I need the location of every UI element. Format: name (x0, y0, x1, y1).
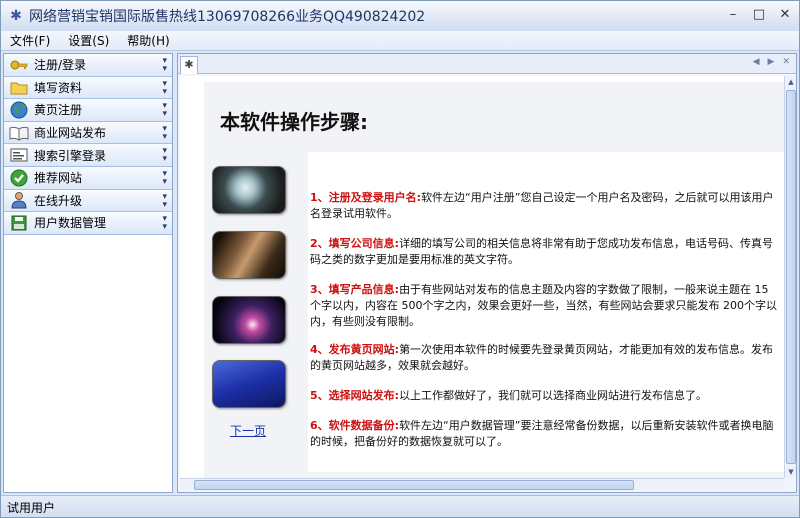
horizontal-scrollbar[interactable] (180, 478, 784, 490)
chevron-down-icon: ▾ ▾ (162, 146, 167, 165)
window-controls: – □ ✕ (725, 7, 793, 23)
menu-settings[interactable]: 设置(S) (59, 32, 118, 49)
sidebar-item-recommend[interactable]: 推荐网站 ▾ ▾ (4, 166, 172, 190)
sidebar-item-label: 推荐网站 (34, 171, 83, 186)
chevron-down-icon: ▾ ▾ (162, 78, 167, 97)
sidebar-item-label: 在线升级 (34, 193, 83, 208)
minimize-icon[interactable]: – (725, 7, 741, 23)
scroll-down-icon[interactable]: ▼ (785, 466, 797, 478)
pin-icon[interactable]: ✱ (180, 56, 198, 74)
chevron-down-icon: ▾ ▾ (162, 123, 167, 142)
step-1: 1、注册及登录用户名:软件左边“用户注册”您自己设定一个用户名及密码，之后就可以… (310, 190, 778, 222)
steps-page: 本软件操作步骤: 下一页 1、注册及登录用户名:软件左边“用户注册”您自己设定一… (204, 82, 784, 478)
chevron-down-icon: ▾ ▾ (162, 56, 167, 74)
status-bar: 试用用户 (1, 495, 799, 517)
step-title: 5、选择网站发布: (310, 389, 400, 402)
document-view: 本软件操作步骤: 下一页 1、注册及登录用户名:软件左边“用户注册”您自己设定一… (180, 76, 784, 478)
sidebar-item-fill-info[interactable]: 填写资料 ▾ ▾ (4, 76, 172, 100)
sidebar-item-label: 商业网站发布 (34, 126, 107, 141)
key-icon (8, 56, 30, 74)
app-icon: ✱ (10, 8, 22, 24)
sidebar-item-commerce-publish[interactable]: 商业网站发布 ▾ ▾ (4, 121, 172, 145)
next-page-link[interactable]: 下一页 (230, 422, 266, 439)
step-title: 6、软件数据备份: (310, 419, 400, 432)
scroll-thumb[interactable] (194, 480, 634, 490)
chevron-down-icon: ▾ ▾ (162, 101, 167, 120)
disk-icon (8, 214, 30, 232)
keyboard-photo (212, 360, 286, 408)
step-6: 6、软件数据备份:软件左边“用户数据管理”要注意经常备份数据，以后重新安装软件或… (310, 418, 778, 450)
step-5: 5、选择网站发布:以上工作都做好了，我们就可以选择商业网站进行发布信息了。 (310, 388, 778, 404)
step-text: 以上工作都做好了，我们就可以选择商业网站进行发布信息了。 (399, 389, 708, 402)
window-title: 网络营销宝销国际版售热线13069708266业务QQ490824202 (29, 9, 426, 25)
user-upgrade-icon (8, 191, 30, 209)
tab-next-icon[interactable]: ▶ (768, 57, 775, 67)
sidebar-item-label: 填写资料 (34, 80, 83, 95)
folder-icon (8, 78, 30, 96)
sidebar-item-label: 黄页注册 (34, 103, 83, 118)
page-title: 本软件操作步骤: (220, 110, 368, 134)
search-engine-icon (8, 146, 30, 164)
content-panel: ✱ ◀ ▶ ✕ 本软件操作步骤: 下一页 1、注册及登录用户名:软件左边“用户注… (177, 53, 797, 493)
sidebar-item-data-manage[interactable]: 用户数据管理 ▾ ▾ (4, 212, 172, 235)
sidebar-item-yellowpage[interactable]: 黄页注册 ▾ ▾ (4, 99, 172, 122)
menu-bar: 文件(F) 设置(S) 帮助(H) (1, 31, 799, 51)
title-bar[interactable]: ✱ 网络营销宝销国际版售热线13069708266业务QQ490824202 –… (1, 1, 799, 31)
book-icon (8, 124, 30, 142)
tab-close-icon[interactable]: ✕ (782, 57, 790, 67)
globe-photo (212, 166, 286, 214)
light-burst-photo (212, 296, 286, 344)
step-title: 3、填写产品信息: (310, 283, 400, 296)
menu-file[interactable]: 文件(F) (1, 32, 59, 49)
globe-icon (8, 101, 30, 119)
tab-navigation: ◀ ▶ ✕ (753, 57, 790, 67)
step-title: 1、注册及登录用户名: (310, 191, 422, 204)
chevron-down-icon: ▾ ▾ (162, 191, 167, 210)
step-4: 4、发布黄页网站:第一次使用本软件的时候要先登录黄页网站，才能更加有效的发布信息… (310, 342, 778, 374)
scroll-up-icon[interactable]: ▲ (785, 76, 797, 88)
step-3: 3、填写产品信息:由于有些网站对发布的信息主题及内容的字数做了限制，一般来说主题… (310, 282, 778, 330)
sidebar-item-login[interactable]: 注册/登录 ▾ ▾ (4, 54, 172, 77)
businessman-photo (212, 231, 286, 279)
sidebar-item-label: 用户数据管理 (34, 216, 107, 231)
sidebar: 注册/登录 ▾ ▾ 填写资料 ▾ ▾ 黄页注册 ▾ ▾ 商业网站发布 ▾ ▾ 搜… (3, 53, 173, 493)
tab-strip: ✱ ◀ ▶ ✕ (178, 54, 796, 74)
tab-prev-icon[interactable]: ◀ (753, 57, 760, 67)
sidebar-item-label: 搜索引擎登录 (34, 148, 107, 163)
step-2: 2、填写公司信息:详细的填写公司的相关信息将非常有助于您成功发布信息，电话号码、… (310, 236, 778, 268)
sidebar-item-search-engine[interactable]: 搜索引擎登录 ▾ ▾ (4, 144, 172, 167)
sidebar-item-label: 注册/登录 (34, 58, 87, 73)
status-text: 试用用户 (7, 501, 56, 515)
scroll-thumb[interactable] (786, 90, 796, 464)
check-icon (8, 169, 30, 187)
close-icon[interactable]: ✕ (777, 7, 793, 23)
sidebar-item-upgrade[interactable]: 在线升级 ▾ ▾ (4, 189, 172, 213)
main-window: ✱ 网络营销宝销国际版售热线13069708266业务QQ490824202 –… (0, 0, 800, 518)
menu-help[interactable]: 帮助(H) (118, 32, 178, 49)
step-title: 4、发布黄页网站: (310, 343, 400, 356)
chevron-down-icon: ▾ ▾ (162, 168, 167, 187)
step-title: 2、填写公司信息: (310, 237, 400, 250)
chevron-down-icon: ▾ ▾ (162, 214, 167, 233)
vertical-scrollbar[interactable]: ▲ ▼ (784, 76, 796, 478)
maximize-icon[interactable]: □ (751, 7, 767, 23)
